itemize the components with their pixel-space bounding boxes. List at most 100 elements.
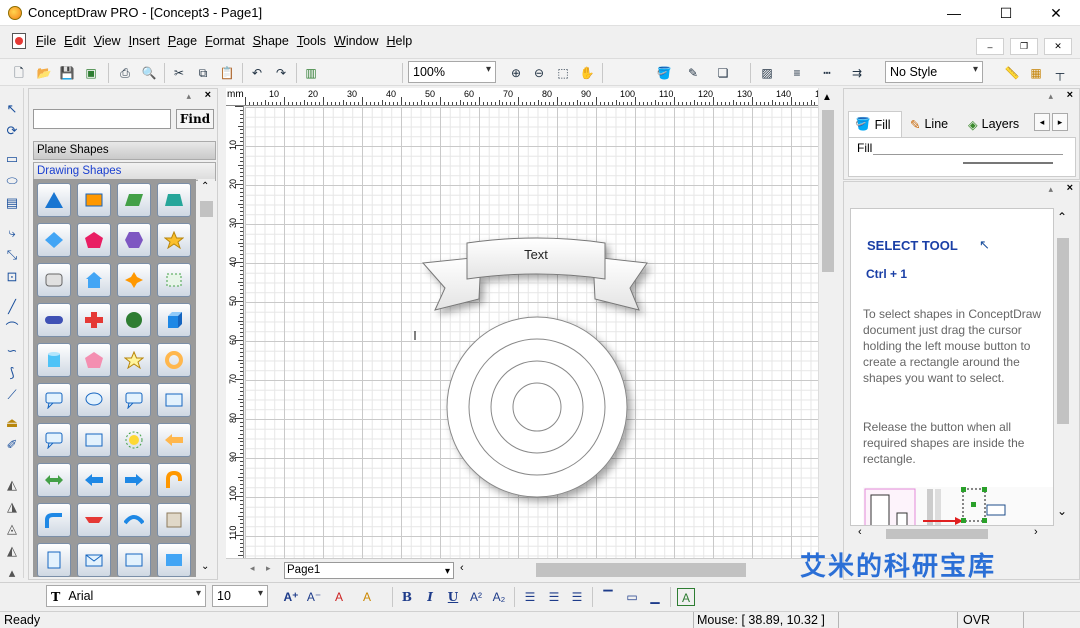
previous-page-icon[interactable]: ◂ [250,563,255,574]
redo-icon[interactable]: ↷ [272,64,290,82]
font-family-select[interactable]: T Arial ▾ [46,585,206,607]
rotate-tool-icon[interactable]: ⟳ [3,122,21,140]
library-shape-rect-icon[interactable] [117,543,151,577]
library-shape-arc-icon[interactable] [117,503,151,537]
library-shape-para-icon[interactable] [117,183,151,217]
arc-tool-icon[interactable]: ⌒ [3,320,21,338]
zoom-out-icon[interactable]: ⊖ [530,64,548,82]
panel-pin-icon[interactable]: ▴ [1048,91,1053,102]
save-icon[interactable]: 💾 [58,64,76,82]
export-image-icon[interactable]: ▣ [82,64,100,82]
tab-fill[interactable]: 🪣 Fill [848,111,902,137]
mdi-minimize-button[interactable]: ‒ [976,38,1004,55]
open-folder-icon[interactable]: 📂 [35,64,53,82]
library-shape-arrowlr-icon[interactable] [37,463,71,497]
mdi-close-button[interactable]: ✕ [1044,38,1072,55]
menu-format[interactable]: Format [201,34,249,48]
library-shape-oct-icon[interactable] [117,303,151,337]
flip-horizontal-icon[interactable]: ◮ [3,498,21,516]
canvas-vertical-scrollbar[interactable]: ▲ [818,88,836,558]
library-shape-callout-icon[interactable] [37,383,71,417]
panel-close-icon[interactable]: × [1067,182,1073,194]
cut-icon[interactable]: ✂ [170,64,188,82]
increase-font-icon[interactable]: A⁺ [282,588,300,606]
ruler-toggle-icon[interactable]: 📏 [1003,64,1021,82]
library-shape-page-icon[interactable] [37,543,71,577]
text-block-icon[interactable]: A [677,588,695,606]
fill-slider[interactable] [963,162,1053,164]
paste-icon[interactable]: 📋 [218,64,236,82]
library-shape-arrowr-icon[interactable] [117,463,151,497]
library-shape-dia-icon[interactable] [37,223,71,257]
library-shape-tri-icon[interactable] [37,183,71,217]
library-shape-callout-icon[interactable] [117,383,151,417]
help-hscroll-thumb[interactable] [886,529,988,539]
library-shape-rect-icon[interactable] [77,183,111,217]
library-shape-sel-icon[interactable] [157,263,191,297]
line-tool-icon[interactable]: ╱ [3,298,21,316]
library-shape-rect-icon[interactable] [157,383,191,417]
line-ends-icon[interactable]: ⇉ [848,64,866,82]
chevron-down-icon[interactable]: ⌄ [201,561,209,572]
new-document-icon[interactable]: 🗋 [10,64,28,82]
library-section-plane-shapes[interactable]: Plane Shapes [33,141,216,160]
copy-icon[interactable]: ⧉ [194,64,212,82]
curve-tool-icon[interactable]: ∽ [3,342,21,360]
library-scrollbar[interactable]: ⌃ ⌄ [198,179,215,577]
library-shape-pill-icon[interactable] [37,303,71,337]
pan-hand-icon[interactable]: ✋ [578,64,596,82]
guides-icon[interactable]: ┬ [1051,64,1069,82]
stamp-tool-icon[interactable]: ⏏ [3,414,21,432]
undo-icon[interactable]: ↶ [248,64,266,82]
subscript-icon[interactable]: A₂ [490,588,508,606]
library-shape-pent-icon[interactable] [77,343,111,377]
font-size-select[interactable]: 10 ▾ [212,585,268,607]
scroll-left-icon[interactable]: ‹ [460,562,464,574]
tab-scroll-right-icon[interactable]: ▸ [1052,113,1068,131]
minimize-button[interactable]: — [931,0,977,26]
italic-icon[interactable]: I [421,588,439,606]
library-shape-sun-icon[interactable] [117,423,151,457]
decrease-font-icon[interactable]: A⁻ [305,588,323,606]
zoom-area-icon[interactable]: ⬚ [554,64,572,82]
library-shape-star-icon[interactable] [157,223,191,257]
library-shape-cloud-icon[interactable] [77,383,111,417]
print-preview-icon[interactable]: 🔍 [140,64,158,82]
ribbon-text-label[interactable]: Text [467,247,605,262]
library-shape-cyl-icon[interactable] [37,343,71,377]
panel-pin-icon[interactable]: ▴ [1048,184,1053,195]
panel-pin-icon[interactable]: ▴ [186,91,191,102]
bezier-tool-icon[interactable]: ⟆ [3,364,21,382]
document-icon[interactable] [12,33,26,49]
menu-shape[interactable]: Shape [249,34,293,48]
menu-help[interactable]: Help [383,34,417,48]
library-shape-callout-icon[interactable] [37,423,71,457]
library-shape-cube-icon[interactable] [157,303,191,337]
panel-close-icon[interactable]: × [1067,89,1073,101]
smart-connector-icon[interactable]: ⤡ [3,246,21,264]
zoom-in-icon[interactable]: ⊕ [507,64,525,82]
menu-view[interactable]: View [90,34,125,48]
help-scrollbar[interactable]: ⌃ ⌄ [1054,208,1072,526]
menu-insert[interactable]: Insert [125,34,164,48]
library-shape-uturn-icon[interactable] [157,463,191,497]
polyline-tool-icon[interactable]: ⟋ [3,386,21,404]
next-page-icon[interactable]: ▸ [266,563,271,574]
scroll-left-icon[interactable]: ‹ [858,526,862,538]
page-tab-select[interactable]: Page1 ▾ [284,562,454,579]
library-scroll-thumb[interactable] [200,201,213,217]
menu-edit[interactable]: Edit [60,34,90,48]
help-horizontal-scrollbar[interactable]: ‹ › [850,526,1054,542]
align-center-icon[interactable]: ☰ [545,588,563,606]
grid-toggle-icon[interactable]: ▦ [1027,64,1045,82]
chevron-up-icon[interactable]: ▲ [822,92,832,103]
library-shape-bow-icon[interactable] [77,503,111,537]
underline-icon[interactable]: U [444,588,462,606]
flip-vertical-icon[interactable]: ◭ [3,476,21,494]
highlight-color-icon[interactable]: A [358,588,376,606]
drawing-canvas[interactable]: Text [245,107,818,558]
fill-bucket-icon[interactable]: 🪣 [655,64,673,82]
zoom-select[interactable]: 100% ▾ [408,61,496,83]
library-shape-ring-icon[interactable] [157,343,191,377]
menu-window[interactable]: Window [330,34,382,48]
